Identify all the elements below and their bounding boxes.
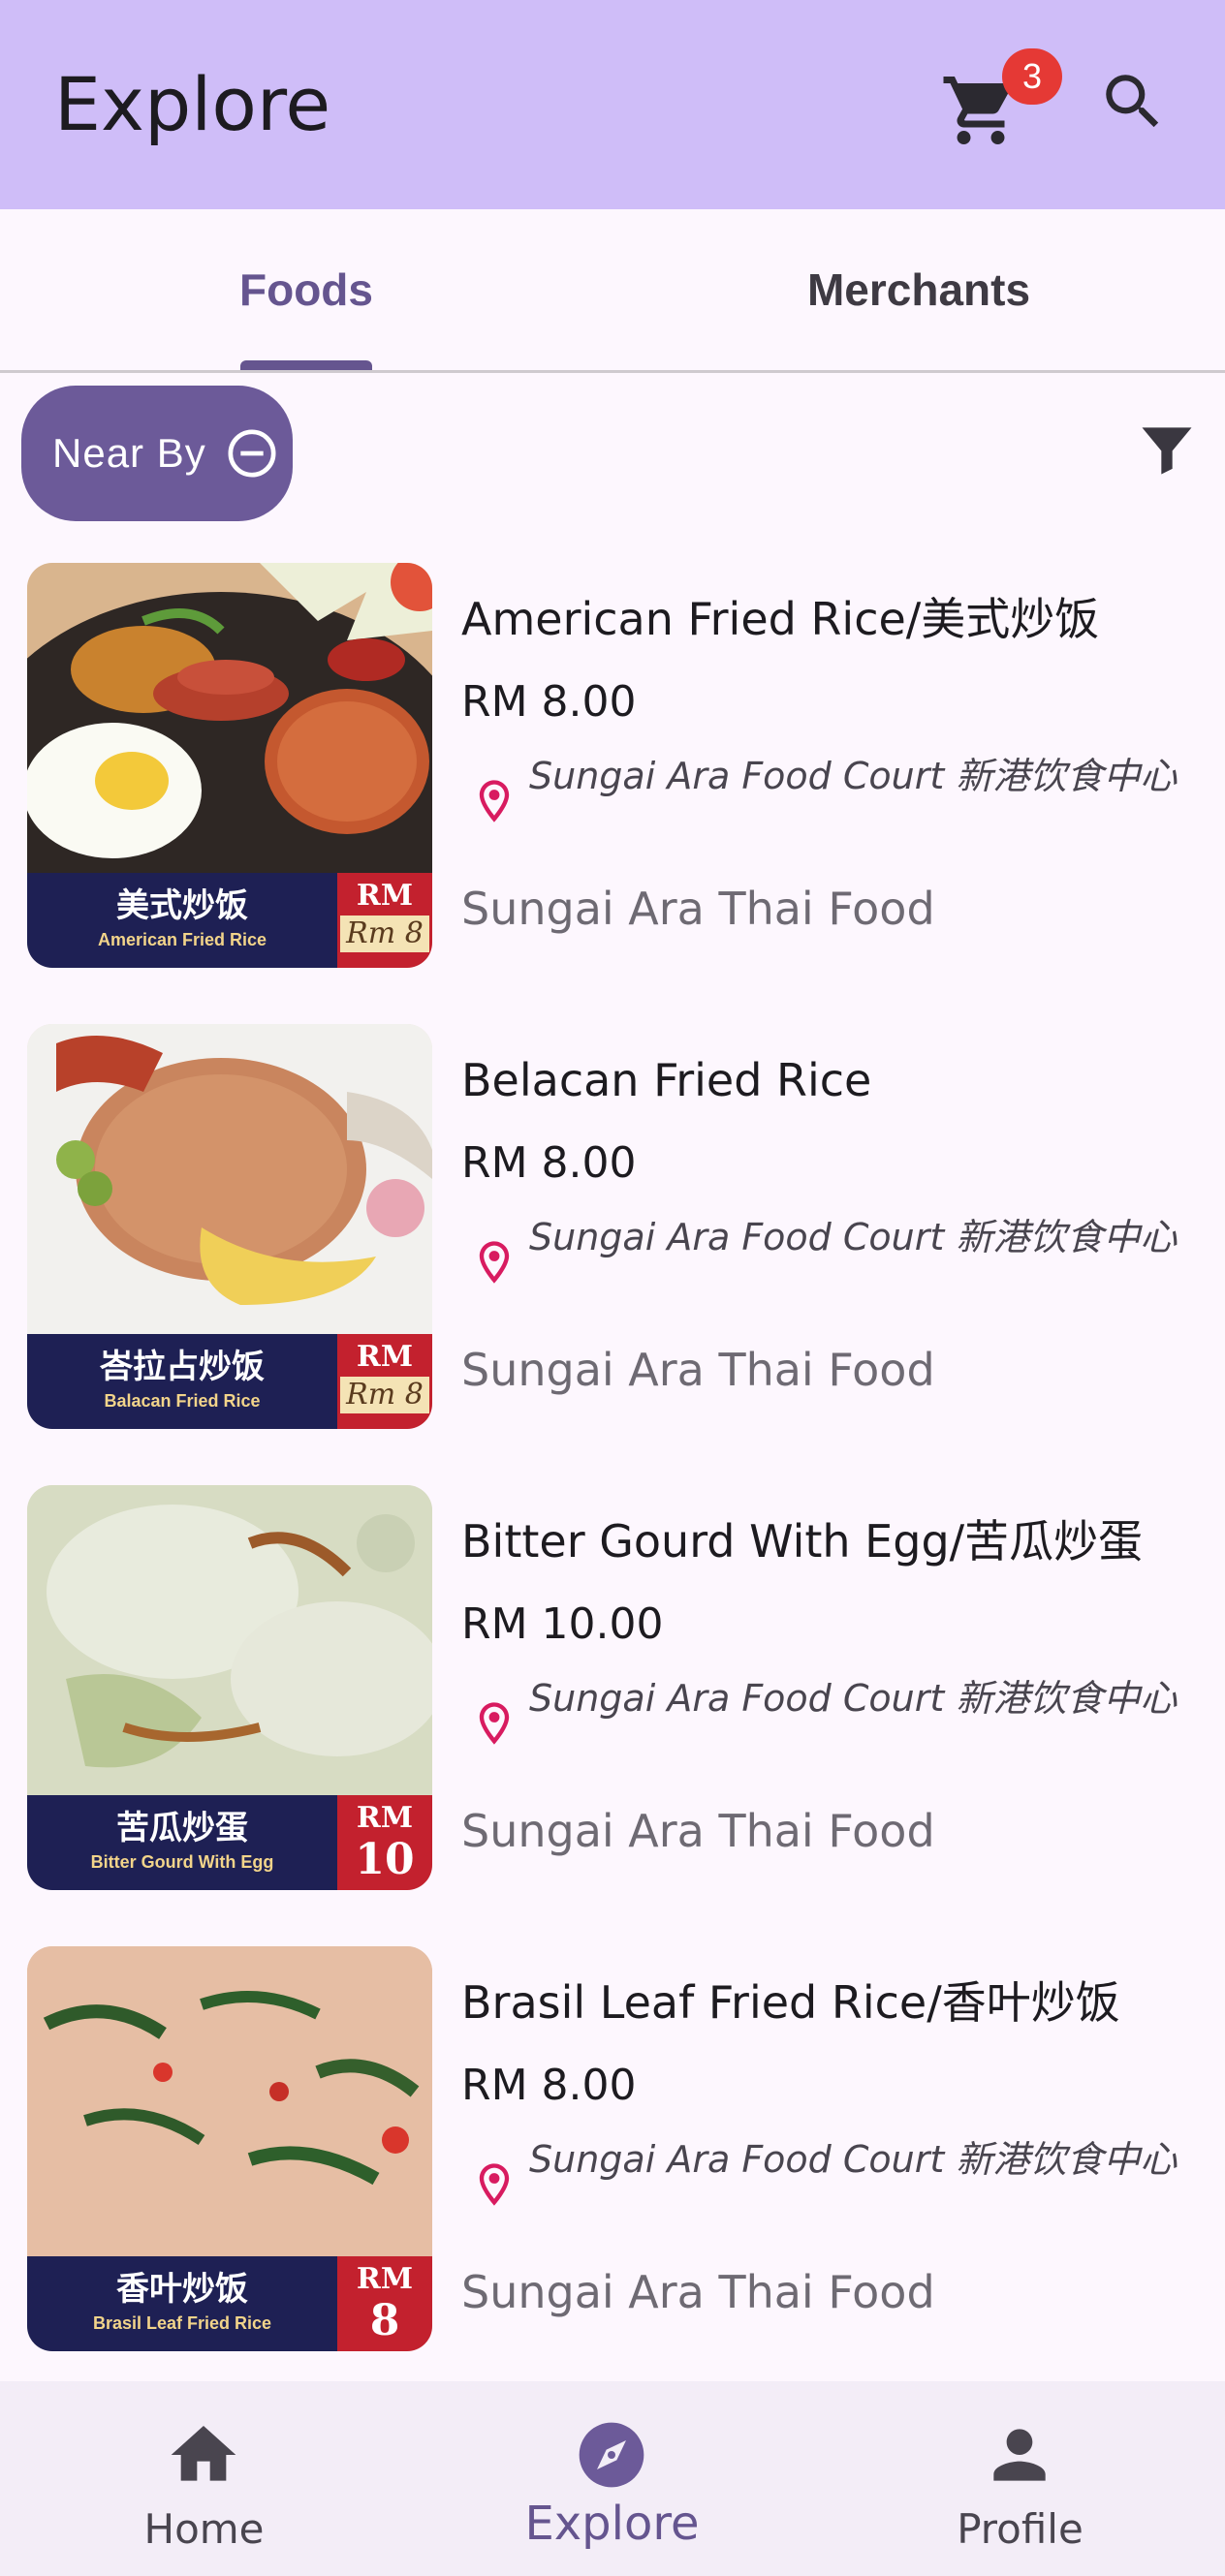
food-photo [27, 1024, 432, 1334]
image-caption-en: Bitter Gourd With Egg [90, 1852, 274, 1872]
image-price-rm: RM [356, 1801, 414, 1835]
food-list-item[interactable]: 苦瓜炒蛋 Bitter Gourd With Egg RM 10 Bitter … [0, 1479, 1225, 1940]
food-location: Sungai Ara Food Court 新港饮食中心 [529, 1677, 1178, 1720]
image-price-rm: RM [356, 879, 414, 913]
cart-count-badge: 3 [1002, 48, 1062, 105]
image-price-number: 10 [355, 1835, 415, 1884]
near-by-filter-chip[interactable]: Near By [21, 386, 293, 521]
image-caption-en: American Fried Rice [97, 930, 267, 949]
image-price-box: RM 8 [337, 2256, 432, 2351]
image-price-box: RM Rm 8 [337, 873, 432, 968]
food-name: Belacan Fried Rice [461, 1054, 872, 1106]
image-caption-zh: 苦瓜炒蛋 [116, 1809, 248, 1847]
app-bar: Explore 3 [0, 0, 1225, 209]
image-caption-zh: 美式炒饭 [116, 886, 248, 925]
image-price-tag: Rm 8 [340, 916, 429, 952]
food-photo [27, 563, 432, 873]
food-image: 美式炒饭 American Fried Rice RM Rm 8 [27, 563, 432, 968]
active-tab-indicator [240, 360, 372, 370]
nav-home[interactable]: Home [0, 2381, 408, 2576]
search-icon [1106, 75, 1159, 128]
merchant-name: Sungai Ara Thai Food [461, 883, 935, 935]
image-price-tag: Rm 8 [340, 1377, 429, 1413]
page-title: Explore [54, 61, 331, 147]
location-pin-icon [479, 1702, 510, 1745]
image-caption-bar: 峇拉占炒饭 Balacan Fried Rice [27, 1334, 337, 1429]
image-price-rm: RM [356, 1340, 414, 1374]
food-price: RM 10.00 [461, 1599, 664, 1649]
search-button[interactable] [1097, 66, 1194, 163]
nav-explore-label: Explore [524, 2497, 700, 2551]
image-caption-bar: 美式炒饭 American Fried Rice [27, 873, 337, 968]
food-photo [27, 1946, 432, 2256]
nav-home-label: Home [143, 2505, 265, 2553]
remove-circle-icon[interactable] [225, 426, 279, 481]
image-caption-zh: 峇拉占炒饭 [100, 1348, 265, 1386]
food-location: Sungai Ara Food Court 新港饮食中心 [529, 755, 1178, 797]
merchant-name: Sungai Ara Thai Food [461, 1805, 935, 1857]
food-image: 苦瓜炒蛋 Bitter Gourd With Egg RM 10 [27, 1485, 432, 1890]
filter-button[interactable] [1134, 417, 1211, 494]
image-price-box: RM 10 [337, 1795, 432, 1890]
bottom-navigation: Home Explore Profile [0, 2381, 1225, 2576]
food-list-item[interactable]: 峇拉占炒饭 Balacan Fried Rice RM Rm 8 Belacan… [0, 1018, 1225, 1479]
food-list-item[interactable]: 美式炒饭 American Fried Rice RM Rm 8 America… [0, 557, 1225, 1018]
food-name: Bitter Gourd With Egg/苦瓜炒蛋 [461, 1515, 1144, 1567]
image-price-number: 8 [369, 2296, 400, 2345]
tab-merchants[interactable]: Merchants [612, 209, 1225, 370]
tab-bar: Foods Merchants [0, 209, 1225, 373]
nav-profile[interactable]: Profile [816, 2381, 1224, 2576]
image-caption-en: Brasil Leaf Fried Rice [92, 2313, 272, 2333]
food-list-item[interactable]: 香叶炒饭 Brasil Leaf Fried Rice RM 8 Brasil … [0, 1940, 1225, 2402]
tab-foods[interactable]: Foods [0, 209, 612, 370]
filter-icon [1142, 427, 1192, 475]
food-name: American Fried Rice/美式炒饭 [461, 593, 1100, 645]
food-price: RM 8.00 [461, 677, 637, 727]
food-price: RM 8.00 [461, 2061, 637, 2110]
image-caption-bar: 苦瓜炒蛋 Bitter Gourd With Egg [27, 1795, 337, 1890]
merchant-name: Sungai Ara Thai Food [461, 2266, 935, 2318]
image-caption-en: Balacan Fried Rice [104, 1391, 261, 1411]
home-icon [171, 2426, 236, 2481]
food-location: Sungai Ara Food Court 新港饮食中心 [529, 1216, 1178, 1258]
compass-icon [579, 2422, 644, 2488]
nav-explore[interactable]: Explore [408, 2381, 816, 2576]
image-caption-zh: 香叶炒饭 [116, 2270, 248, 2309]
person-icon [993, 2429, 1046, 2481]
location-pin-icon [479, 2163, 510, 2206]
food-photo [27, 1485, 432, 1795]
food-name: Brasil Leaf Fried Rice/香叶炒饭 [461, 1976, 1120, 2029]
image-caption-bar: 香叶炒饭 Brasil Leaf Fried Rice [27, 2256, 337, 2351]
image-price-rm: RM [356, 2262, 414, 2296]
location-pin-icon [479, 1241, 510, 1284]
nav-profile-label: Profile [957, 2505, 1084, 2553]
merchant-name: Sungai Ara Thai Food [461, 1344, 935, 1396]
chip-label: Near By [52, 430, 206, 476]
image-price-box: RM Rm 8 [337, 1334, 432, 1429]
food-image: 香叶炒饭 Brasil Leaf Fried Rice RM 8 [27, 1946, 432, 2351]
food-image: 峇拉占炒饭 Balacan Fried Rice RM Rm 8 [27, 1024, 432, 1429]
food-location: Sungai Ara Food Court 新港饮食中心 [529, 2138, 1178, 2181]
food-price: RM 8.00 [461, 1138, 637, 1188]
location-pin-icon [479, 780, 510, 822]
